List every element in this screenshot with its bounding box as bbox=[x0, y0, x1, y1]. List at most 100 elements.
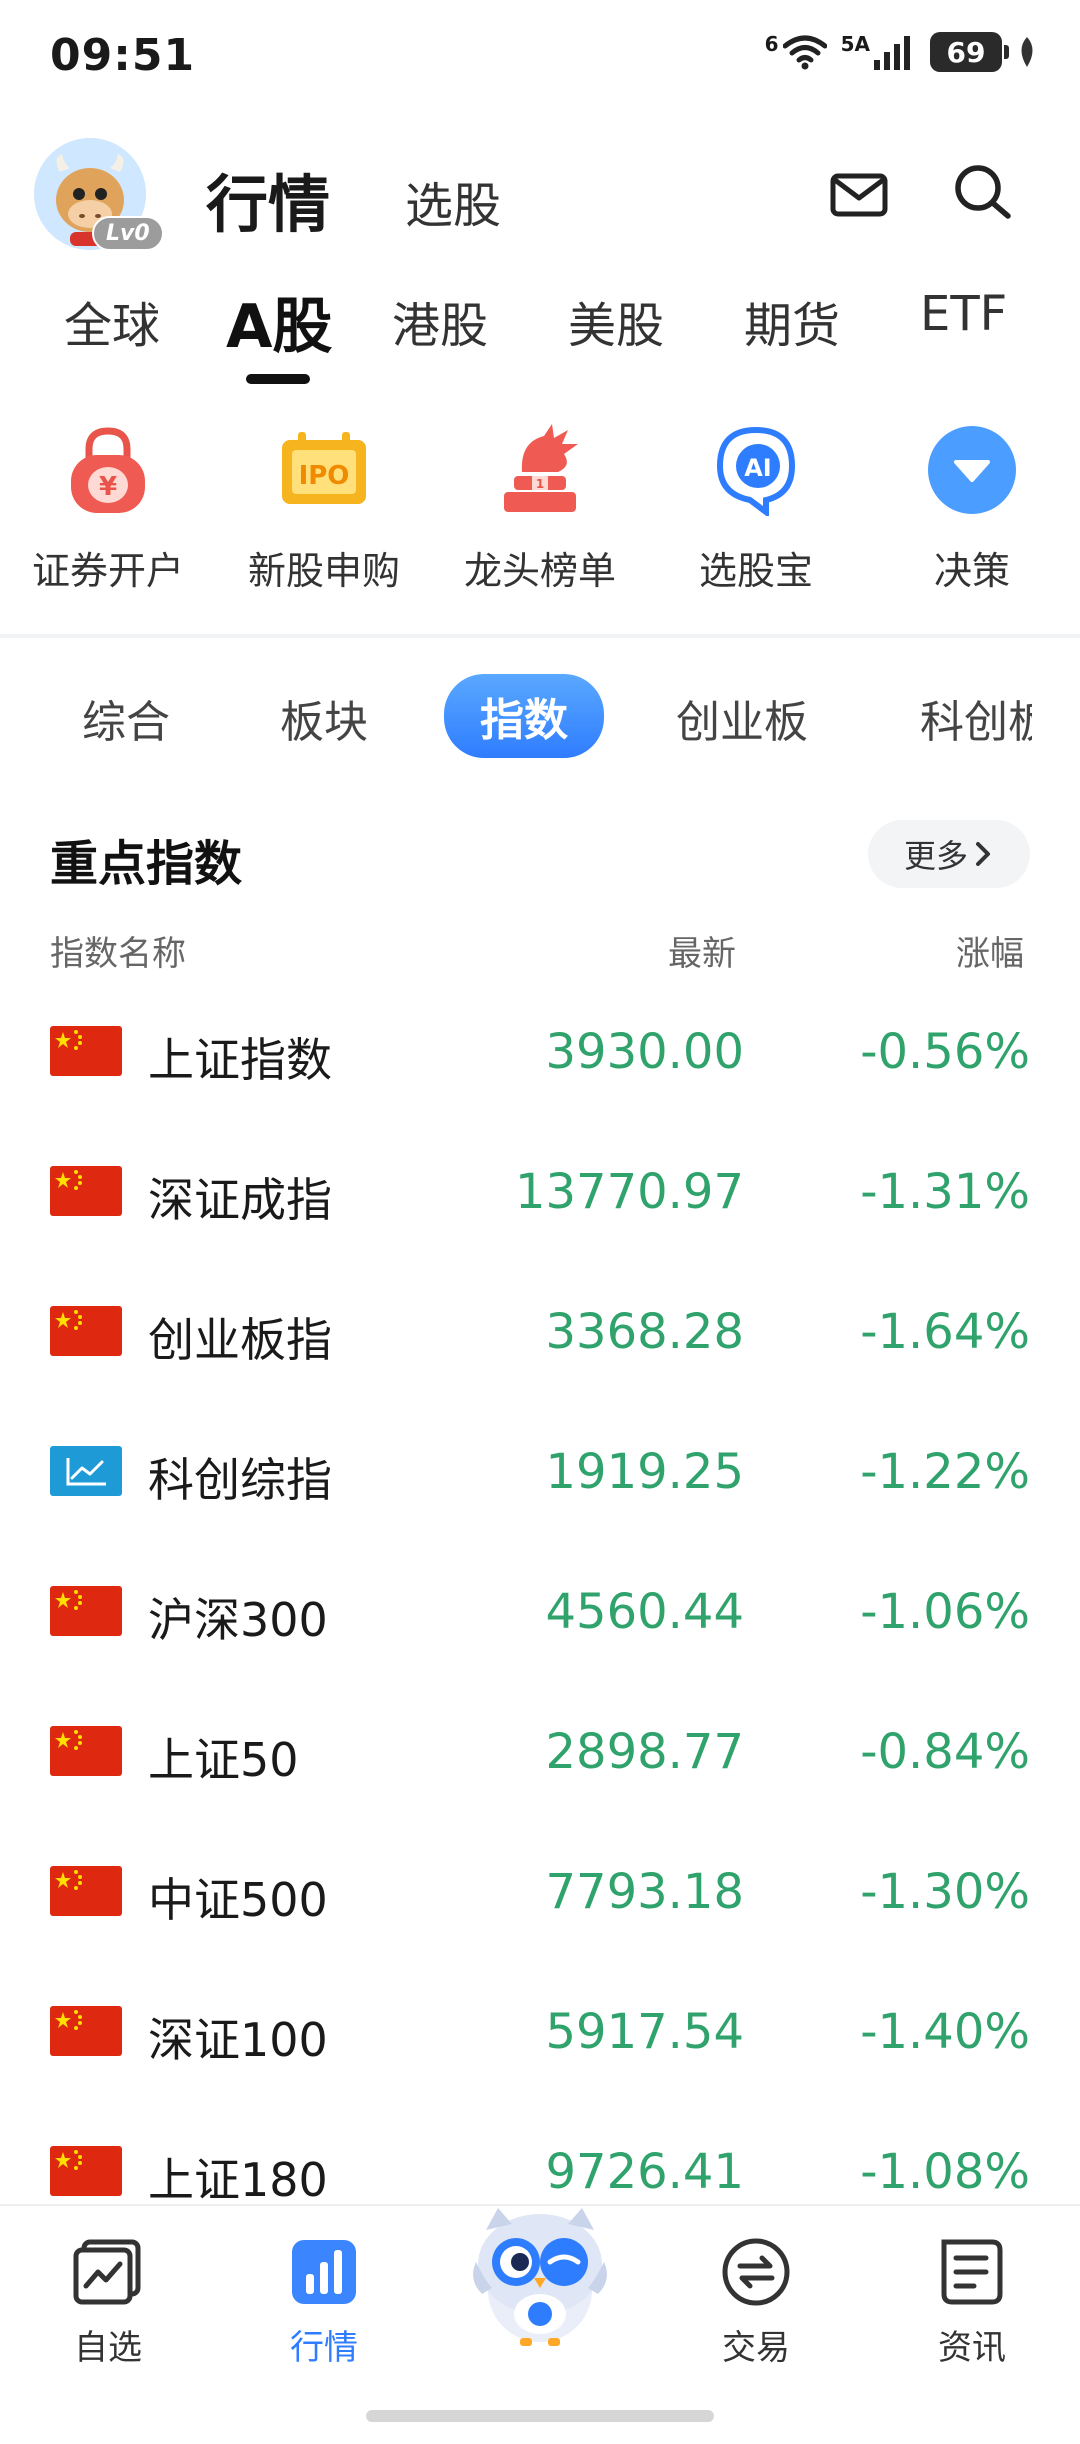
nav-label: 交易 bbox=[722, 2328, 790, 2368]
china-flag-icon bbox=[50, 1166, 122, 1216]
owl-mascot-icon[interactable] bbox=[462, 2190, 618, 2350]
china-flag-icon bbox=[50, 1026, 122, 1076]
index-change-percent: -1.30% bbox=[860, 1864, 1030, 1920]
index-row[interactable]: 沪深300 4560.44 -1.06% bbox=[0, 1542, 1080, 1682]
battery-level: 69 bbox=[946, 35, 986, 69]
signal-label: 5A bbox=[840, 32, 870, 56]
index-change-percent: -1.31% bbox=[860, 1164, 1030, 1220]
tab-futures[interactable]: 期货 bbox=[744, 286, 840, 356]
chart-flag-icon bbox=[50, 1446, 122, 1496]
index-row[interactable]: 深证100 5917.54 -1.40% bbox=[0, 1962, 1080, 2102]
subtab-indices[interactable]: 指数 bbox=[444, 674, 604, 758]
section-title: 重点指数 bbox=[50, 836, 243, 892]
trend-chart-icon bbox=[73, 2239, 141, 2305]
index-name: 沪深300 bbox=[148, 1593, 328, 1647]
quick-ipo-subscribe[interactable]: IPO 新股申购 bbox=[224, 420, 424, 595]
index-last-price: 7793.18 bbox=[545, 1864, 745, 1920]
nav-label: 自选 bbox=[74, 2328, 142, 2368]
china-flag-icon bbox=[50, 1306, 122, 1356]
svg-text:1: 1 bbox=[536, 477, 544, 491]
leaf-icon bbox=[1021, 37, 1033, 67]
bar-chart-icon bbox=[292, 2240, 356, 2304]
avatar[interactable]: Lv0 bbox=[34, 138, 164, 251]
market-tabs: 全球 A股 港股 美股 期货 ETF bbox=[0, 272, 1080, 384]
exchange-icon bbox=[722, 2238, 790, 2306]
top-header: Lv0 行情 选股 bbox=[0, 130, 1080, 260]
china-flag-icon bbox=[50, 1586, 122, 1636]
index-name: 上证指数 bbox=[148, 1033, 332, 1087]
more-button[interactable]: 更多 bbox=[868, 820, 1030, 888]
column-header-change: 涨幅 bbox=[956, 934, 1024, 974]
index-change-percent: -0.84% bbox=[860, 1724, 1030, 1780]
subtab-star-market[interactable]: 科创板 bbox=[920, 686, 1032, 750]
stock-picker-tab[interactable]: 选股 bbox=[405, 166, 501, 236]
index-name: 深证100 bbox=[148, 2013, 328, 2067]
tab-global[interactable]: 全球 bbox=[64, 286, 160, 356]
column-header-last: 最新 bbox=[668, 934, 736, 974]
quick-label: 龙头榜单 bbox=[463, 549, 616, 593]
active-tab-indicator bbox=[246, 374, 310, 384]
index-change-percent: -1.40% bbox=[860, 2004, 1030, 2060]
lock-yen-icon: ¥ bbox=[71, 427, 145, 513]
index-last-price: 3930.00 bbox=[545, 1024, 745, 1080]
china-flag-icon bbox=[50, 1726, 122, 1776]
index-row[interactable]: 上证指数 3930.00 -0.56% bbox=[0, 982, 1080, 1122]
index-row[interactable]: 中证500 7793.18 -1.30% bbox=[0, 1822, 1080, 1962]
quick-decision[interactable]: 决策 bbox=[872, 420, 1072, 595]
quick-label: 选股宝 bbox=[698, 549, 813, 593]
index-row[interactable]: 创业板指 3368.28 -1.64% bbox=[0, 1262, 1080, 1402]
nav-watchlist[interactable]: 自选 bbox=[38, 2236, 178, 2369]
search-icon[interactable] bbox=[950, 160, 1016, 226]
wifi-icon bbox=[782, 35, 827, 70]
quick-open-account[interactable]: ¥ 证券开户 bbox=[8, 420, 208, 595]
battery-indicator: 69 bbox=[930, 32, 1009, 72]
index-last-price: 4560.44 bbox=[545, 1584, 745, 1640]
index-last-price: 1919.25 bbox=[545, 1444, 745, 1500]
subtab-sectors[interactable]: 板块 bbox=[280, 686, 368, 750]
quick-stock-picker[interactable]: AI 选股宝 bbox=[656, 420, 856, 595]
more-label: 更多 bbox=[903, 837, 968, 875]
quick-label: 证券开户 bbox=[31, 549, 184, 593]
index-row[interactable]: 深证成指 13770.97 -1.31% bbox=[0, 1122, 1080, 1262]
china-flag-icon bbox=[50, 2146, 122, 2196]
index-last-price: 5917.54 bbox=[545, 2004, 745, 2060]
china-flag-icon bbox=[50, 1866, 122, 1916]
nav-label: 行情 bbox=[290, 2328, 358, 2368]
nav-news[interactable]: 资讯 bbox=[902, 2236, 1042, 2369]
quick-dragon-list[interactable]: 1 龙头榜单 bbox=[440, 420, 640, 595]
column-header-name: 指数名称 bbox=[50, 934, 186, 974]
level-badge: Lv0 bbox=[92, 216, 164, 251]
index-last-price: 13770.97 bbox=[514, 1164, 744, 1220]
sub-tabs: 综合 板块 指数 创业板 科创板 bbox=[0, 670, 1032, 760]
index-list: 上证指数 3930.00 -0.56% 深证成指 13770.97 -1.31%… bbox=[0, 982, 1080, 2242]
index-name: 上证180 bbox=[148, 2153, 328, 2207]
index-change-percent: -1.08% bbox=[860, 2144, 1030, 2200]
index-name: 中证500 bbox=[148, 1873, 328, 1927]
tab-hk-shares[interactable]: 港股 bbox=[392, 286, 488, 356]
mail-icon[interactable] bbox=[828, 164, 890, 226]
ai-icon-text: AI bbox=[744, 454, 772, 482]
nav-trade[interactable]: 交易 bbox=[686, 2236, 826, 2369]
index-name: 上证50 bbox=[148, 1733, 299, 1787]
ai-icon: AI bbox=[716, 426, 796, 516]
index-last-price: 2898.77 bbox=[545, 1724, 745, 1780]
wifi-label: 6 bbox=[764, 32, 779, 56]
nav-market[interactable]: 行情 bbox=[254, 2236, 394, 2369]
news-icon bbox=[941, 2239, 1003, 2305]
svg-text:¥: ¥ bbox=[99, 472, 117, 502]
subtab-chinext[interactable]: 创业板 bbox=[676, 686, 808, 750]
index-row[interactable]: 上证50 2898.77 -0.84% bbox=[0, 1682, 1080, 1822]
subtab-overview[interactable]: 综合 bbox=[82, 686, 170, 750]
tab-etf[interactable]: ETF bbox=[920, 286, 1007, 342]
index-name: 深证成指 bbox=[148, 1173, 332, 1227]
tab-us-shares[interactable]: 美股 bbox=[568, 286, 664, 356]
quick-label: 新股申购 bbox=[247, 549, 400, 593]
quick-label: 决策 bbox=[933, 549, 1010, 593]
china-flag-icon bbox=[50, 2006, 122, 2056]
tab-a-shares[interactable]: A股 bbox=[226, 278, 332, 365]
home-indicator[interactable] bbox=[366, 2410, 714, 2422]
section-divider bbox=[0, 634, 1080, 638]
index-row[interactable]: 科创综指 1919.25 -1.22% bbox=[0, 1402, 1080, 1542]
bottom-navigation: 自选 行情 交易 资讯 bbox=[0, 2204, 1080, 2444]
index-change-percent: -1.06% bbox=[860, 1584, 1030, 1640]
